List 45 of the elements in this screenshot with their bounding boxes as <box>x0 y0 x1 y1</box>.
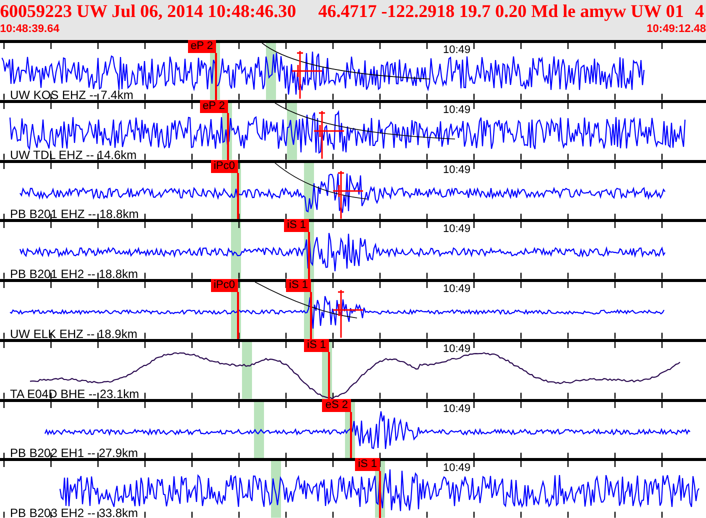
time-window-band <box>254 402 264 458</box>
phase-pick-label[interactable]: eP 2 <box>188 40 216 53</box>
time-mark: 10:49 <box>443 104 471 116</box>
station-label: UW ELK EHZ -- 18.9km <box>10 326 138 341</box>
amplitude-marker <box>332 170 364 219</box>
end-time: 10:49:12.48 <box>646 22 706 36</box>
phase-pick-label[interactable]: iPc0 <box>210 279 238 292</box>
pick-line <box>237 292 239 339</box>
time-mark: 10:49 <box>443 342 471 355</box>
start-time: 10:48:39.64 <box>0 22 60 36</box>
phase-pick-label[interactable]: iS 1 <box>304 338 329 352</box>
pick-line <box>379 471 381 518</box>
event-count: 4 <box>695 0 704 22</box>
pick-line <box>328 352 330 398</box>
station-label: TA E04D BHE -- 23.1km <box>10 386 140 400</box>
time-mark: 10:49 <box>443 44 471 56</box>
event-id-time: 60059223 UW Jul 06, 2014 10:48:46.30 <box>0 0 296 22</box>
time-mark: 10:49 <box>443 283 471 295</box>
phase-pick-label[interactable]: eP 2 <box>200 100 228 113</box>
pick-line <box>227 112 229 160</box>
pick-line <box>237 172 239 220</box>
amplitude-marker <box>291 50 323 100</box>
phase-pick-label[interactable]: iPc0 <box>210 160 238 172</box>
phase-pick-label[interactable]: iS 1 <box>284 219 309 232</box>
phase-pick-label[interactable]: iS 1 <box>286 279 311 292</box>
station-label: PB B202 EH1 -- 27.9km <box>10 446 138 460</box>
time-window-band <box>242 342 252 398</box>
time-mark: 10:49 <box>443 164 471 176</box>
phase-pick-label[interactable]: iS 1 <box>355 458 380 472</box>
station-label: PB B203 EH2 -- 33.8km <box>10 506 138 518</box>
station-label: PB B201 EHZ -- 18.8km <box>10 207 139 222</box>
time-mark: 10:49 <box>443 402 471 414</box>
pick-line <box>350 412 352 458</box>
time-window-band <box>231 222 241 279</box>
time-mark: 10:49 <box>443 223 471 236</box>
phase-pick-label[interactable]: eS 2 <box>322 398 351 412</box>
pick-line <box>215 53 217 100</box>
amplitude-marker <box>332 289 364 338</box>
station-label: PB B201 EH2 -- 18.8km <box>10 267 138 281</box>
amplitude-marker <box>313 110 345 160</box>
time-mark: 10:49 <box>443 462 471 474</box>
event-location: 46.4717 -122.2918 19.7 0.20 Md le amyw UW 01 <box>318 0 684 22</box>
station-label: UW KOS EHZ -- 7.4km <box>10 88 134 102</box>
pick-line <box>308 232 310 279</box>
pick-line <box>310 292 312 339</box>
